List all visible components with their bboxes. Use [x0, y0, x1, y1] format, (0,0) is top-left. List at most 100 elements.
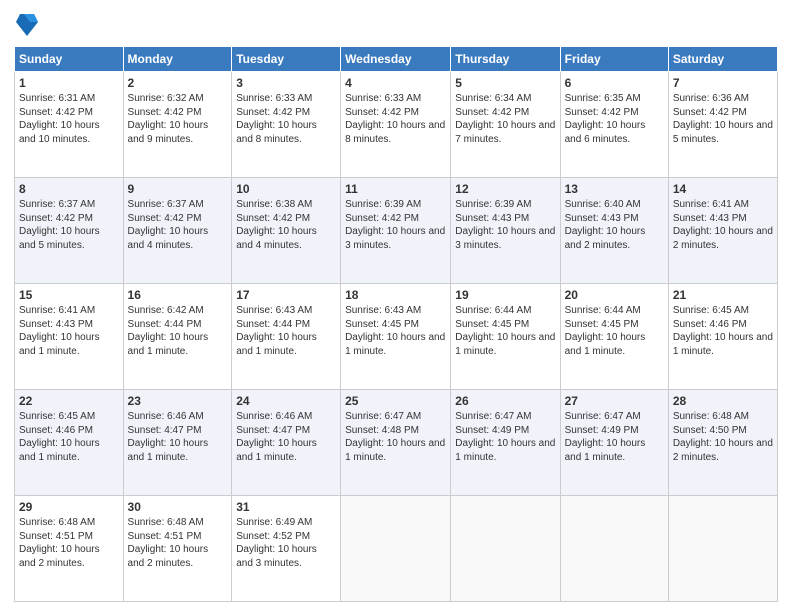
sunset-text: Sunset: 4:44 PM — [128, 319, 202, 330]
calendar-header-row: SundayMondayTuesdayWednesdayThursdayFrid… — [15, 47, 778, 72]
day-number: 31 — [236, 499, 336, 515]
daylight-text: Daylight: 10 hours and 1 minute. — [455, 332, 555, 357]
calendar-cell: 10Sunrise: 6:38 AMSunset: 4:42 PMDayligh… — [232, 178, 341, 284]
daylight-text: Daylight: 10 hours and 1 minute. — [565, 438, 646, 463]
sunrise-text: Sunrise: 6:48 AM — [19, 517, 95, 528]
sunset-text: Sunset: 4:43 PM — [19, 319, 93, 330]
day-number: 9 — [128, 181, 228, 197]
daylight-text: Daylight: 10 hours and 2 minutes. — [673, 438, 773, 463]
calendar-cell: 15Sunrise: 6:41 AMSunset: 4:43 PMDayligh… — [15, 284, 124, 390]
day-number: 16 — [128, 287, 228, 303]
calendar-cell: 11Sunrise: 6:39 AMSunset: 4:42 PMDayligh… — [341, 178, 451, 284]
calendar-cell: 28Sunrise: 6:48 AMSunset: 4:50 PMDayligh… — [668, 390, 777, 496]
sunrise-text: Sunrise: 6:39 AM — [455, 199, 531, 210]
weekday-header: Sunday — [15, 47, 124, 72]
weekday-header: Monday — [123, 47, 232, 72]
weekday-header: Friday — [560, 47, 668, 72]
calendar-cell: 7Sunrise: 6:36 AMSunset: 4:42 PMDaylight… — [668, 72, 777, 178]
sunrise-text: Sunrise: 6:46 AM — [128, 411, 204, 422]
calendar-cell — [451, 496, 560, 602]
sunrise-text: Sunrise: 6:33 AM — [236, 93, 312, 104]
sunset-text: Sunset: 4:50 PM — [673, 425, 747, 436]
day-number: 7 — [673, 75, 773, 91]
weekday-header: Thursday — [451, 47, 560, 72]
sunset-text: Sunset: 4:45 PM — [455, 319, 529, 330]
daylight-text: Daylight: 10 hours and 1 minute. — [128, 332, 209, 357]
day-number: 29 — [19, 499, 119, 515]
daylight-text: Daylight: 10 hours and 9 minutes. — [128, 120, 209, 145]
sunset-text: Sunset: 4:51 PM — [128, 531, 202, 542]
calendar-cell: 17Sunrise: 6:43 AMSunset: 4:44 PMDayligh… — [232, 284, 341, 390]
sunrise-text: Sunrise: 6:33 AM — [345, 93, 421, 104]
daylight-text: Daylight: 10 hours and 2 minutes. — [565, 226, 646, 251]
calendar-table: SundayMondayTuesdayWednesdayThursdayFrid… — [14, 46, 778, 602]
calendar-cell: 8Sunrise: 6:37 AMSunset: 4:42 PMDaylight… — [15, 178, 124, 284]
daylight-text: Daylight: 10 hours and 1 minute. — [19, 332, 100, 357]
sunset-text: Sunset: 4:49 PM — [455, 425, 529, 436]
sunset-text: Sunset: 4:48 PM — [345, 425, 419, 436]
sunset-text: Sunset: 4:42 PM — [236, 107, 310, 118]
daylight-text: Daylight: 10 hours and 8 minutes. — [236, 120, 317, 145]
daylight-text: Daylight: 10 hours and 3 minutes. — [236, 544, 317, 569]
calendar-cell: 9Sunrise: 6:37 AMSunset: 4:42 PMDaylight… — [123, 178, 232, 284]
sunset-text: Sunset: 4:42 PM — [345, 107, 419, 118]
calendar-cell: 18Sunrise: 6:43 AMSunset: 4:45 PMDayligh… — [341, 284, 451, 390]
daylight-text: Daylight: 10 hours and 5 minutes. — [19, 226, 100, 251]
sunrise-text: Sunrise: 6:49 AM — [236, 517, 312, 528]
daylight-text: Daylight: 10 hours and 4 minutes. — [128, 226, 209, 251]
calendar-week-row: 1 Sunrise: 6:31 AM Sunset: 4:42 PM Daylight… — [15, 72, 778, 178]
sunset-text: Sunset: 4:47 PM — [128, 425, 202, 436]
daylight-text: Daylight: 10 hours and 4 minutes. — [236, 226, 317, 251]
calendar-week-row: 22Sunrise: 6:45 AMSunset: 4:46 PMDayligh… — [15, 390, 778, 496]
sunrise-text: Sunrise: 6:44 AM — [565, 305, 641, 316]
sunset-text: Sunset: 4:47 PM — [236, 425, 310, 436]
sunrise-text: Sunrise: 6:45 AM — [19, 411, 95, 422]
calendar-cell — [560, 496, 668, 602]
daylight-text: Daylight: 10 hours and 1 minute. — [19, 438, 100, 463]
sunrise-text: Sunrise: 6:45 AM — [673, 305, 749, 316]
sunset-text: Sunset: 4:42 PM — [565, 107, 639, 118]
calendar-cell: 22Sunrise: 6:45 AMSunset: 4:46 PMDayligh… — [15, 390, 124, 496]
day-number: 1 — [19, 75, 119, 91]
calendar-cell: 30Sunrise: 6:48 AMSunset: 4:51 PMDayligh… — [123, 496, 232, 602]
sunset-text: Sunset: 4:42 PM — [455, 107, 529, 118]
calendar-cell: 4 Sunrise: 6:33 AM Sunset: 4:42 PM Daylight… — [341, 72, 451, 178]
calendar-body: 1 Sunrise: 6:31 AM Sunset: 4:42 PM Daylight… — [15, 72, 778, 602]
sunrise-text: Sunrise: 6:47 AM — [565, 411, 641, 422]
sunrise-text: Sunrise: 6:31 AM — [19, 93, 95, 104]
sunrise-text: Sunrise: 6:43 AM — [236, 305, 312, 316]
calendar-cell: 13Sunrise: 6:40 AMSunset: 4:43 PMDayligh… — [560, 178, 668, 284]
daylight-text: Daylight: 10 hours and 3 minutes. — [345, 226, 445, 251]
daylight-text: Daylight: 10 hours and 5 minutes. — [673, 120, 773, 145]
sunset-text: Sunset: 4:42 PM — [673, 107, 747, 118]
sunrise-text: Sunrise: 6:38 AM — [236, 199, 312, 210]
sunset-text: Sunset: 4:42 PM — [19, 213, 93, 224]
calendar-week-row: 15Sunrise: 6:41 AMSunset: 4:43 PMDayligh… — [15, 284, 778, 390]
day-number: 3 — [236, 75, 336, 91]
day-number: 14 — [673, 181, 773, 197]
sunset-text: Sunset: 4:45 PM — [345, 319, 419, 330]
sunset-text: Sunset: 4:42 PM — [345, 213, 419, 224]
sunset-text: Sunset: 4:46 PM — [19, 425, 93, 436]
sunset-text: Sunset: 4:51 PM — [19, 531, 93, 542]
day-number: 5 — [455, 75, 555, 91]
daylight-text: Daylight: 10 hours and 3 minutes. — [455, 226, 555, 251]
day-number: 27 — [565, 393, 664, 409]
daylight-text: Daylight: 10 hours and 1 minute. — [236, 438, 317, 463]
sunrise-text: Sunrise: 6:41 AM — [673, 199, 749, 210]
sunrise-text: Sunrise: 6:42 AM — [128, 305, 204, 316]
daylight-text: Daylight: 10 hours and 8 minutes. — [345, 120, 445, 145]
sunset-text: Sunset: 4:43 PM — [455, 213, 529, 224]
sunset-text: Sunset: 4:43 PM — [565, 213, 639, 224]
sunset-text: Sunset: 4:43 PM — [673, 213, 747, 224]
calendar-week-row: 8Sunrise: 6:37 AMSunset: 4:42 PMDaylight… — [15, 178, 778, 284]
day-number: 8 — [19, 181, 119, 197]
calendar-cell: 2Sunrise: 6:32 AMSunset: 4:42 PMDaylight… — [123, 72, 232, 178]
sunset-text: Sunset: 4:42 PM — [128, 213, 202, 224]
daylight-text: Daylight: 10 hours and 1 minute. — [345, 332, 445, 357]
sunrise-text: Sunrise: 6:32 AM — [128, 93, 204, 104]
day-number: 4 — [345, 75, 446, 91]
daylight-text: Daylight: 10 hours and 1 minute. — [673, 332, 773, 357]
logo-icon — [16, 12, 38, 38]
daylight-text: Daylight: 10 hours and 2 minutes. — [673, 226, 773, 251]
